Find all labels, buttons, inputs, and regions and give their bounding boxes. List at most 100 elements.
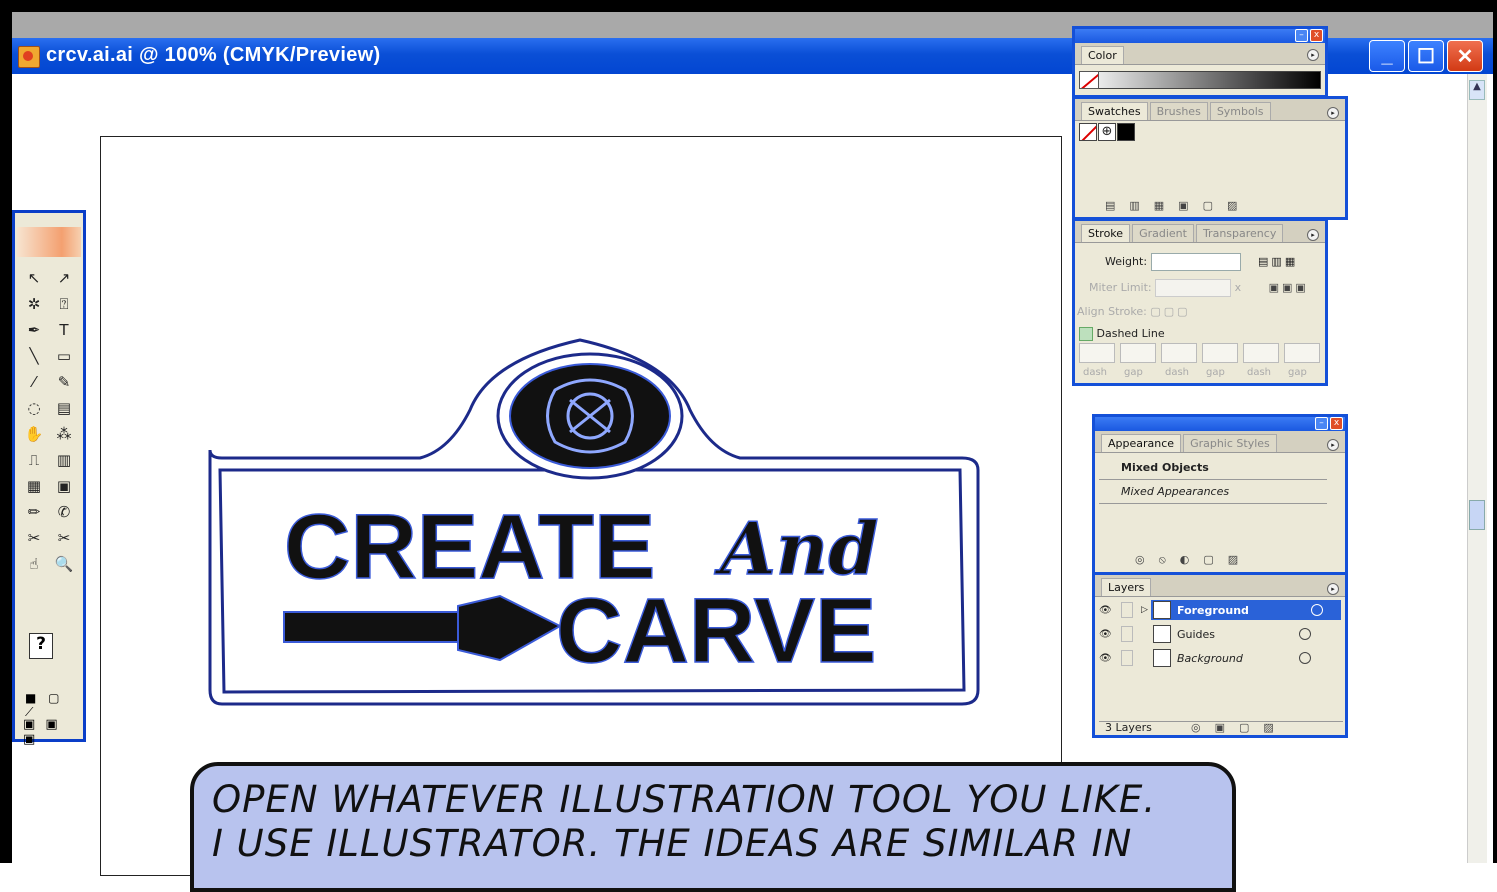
join-style-buttons[interactable]: ▣▣▣: [1269, 281, 1309, 294]
eyedropper-tool-icon[interactable]: ✏: [21, 499, 47, 525]
scroll-thumb[interactable]: [1469, 500, 1485, 530]
dash-gap-labels: dash gap dash gap dash gap: [1083, 367, 1329, 378]
dash-field-3[interactable]: [1243, 343, 1279, 363]
appearance-footer-icons[interactable]: ◎⦸◐▢▨: [1135, 553, 1252, 567]
vertical-scrollbar[interactable]: [1467, 74, 1487, 863]
tab-appearance[interactable]: Appearance: [1101, 434, 1182, 452]
layer-target-icon[interactable]: [1299, 628, 1311, 640]
swatch-registration-icon[interactable]: ⊕: [1098, 123, 1116, 141]
align-stroke-buttons[interactable]: ▢▢▢: [1150, 305, 1190, 318]
lock-toggle[interactable]: [1121, 650, 1133, 666]
panel-menu-icon[interactable]: ▸: [1327, 107, 1339, 119]
gradient-tool-icon[interactable]: ▣: [51, 473, 77, 499]
graph-tool-icon[interactable]: ▥: [51, 447, 77, 473]
eye-icon[interactable]: 👁: [1099, 629, 1115, 640]
none-color-icon[interactable]: [1079, 71, 1099, 89]
tab-swatches[interactable]: Swatches: [1081, 102, 1148, 120]
layers-footer-icons[interactable]: ◎▣▢▨: [1191, 721, 1288, 734]
lasso-tool-icon[interactable]: ⍰: [51, 291, 77, 317]
tab-color[interactable]: Color: [1081, 46, 1124, 64]
scissors-tool-icon[interactable]: ✂: [51, 525, 77, 551]
miter-input[interactable]: [1155, 279, 1232, 297]
layer-target-icon[interactable]: [1299, 652, 1311, 664]
expand-triangle-icon[interactable]: ▷: [1141, 605, 1151, 615]
warp-tool-icon[interactable]: ✋: [21, 421, 47, 447]
magic-wand-tool-icon[interactable]: ✲: [21, 291, 47, 317]
create-and-carve-artwork[interactable]: CREATE And CARVE: [200, 330, 1000, 720]
tab-layers[interactable]: Layers: [1101, 578, 1152, 596]
document-title: crcv.ai.ai @ 100% (CMYK/Preview): [46, 44, 381, 66]
weight-input[interactable]: [1150, 253, 1241, 271]
dash-field-1[interactable]: [1079, 343, 1115, 363]
selection-tool-icon[interactable]: ↖: [21, 265, 47, 291]
type-tool-icon[interactable]: T: [51, 317, 77, 343]
layer-row-background[interactable]: 👁 Background: [1099, 647, 1341, 669]
tab-graphic-styles[interactable]: Graphic Styles: [1183, 434, 1277, 452]
color-spectrum-bar[interactable]: [1079, 71, 1321, 89]
panel-menu-icon[interactable]: ▸: [1327, 439, 1339, 451]
rectangle-tool-icon[interactable]: ▭: [51, 343, 77, 369]
scroll-up-arrow-icon[interactable]: ▲: [1469, 80, 1485, 100]
eye-icon[interactable]: 👁: [1099, 605, 1115, 616]
eye-icon[interactable]: 👁: [1099, 653, 1115, 664]
zoom-tool-icon[interactable]: 🔍: [51, 551, 77, 577]
artwork-word-carve: CARVE: [556, 580, 876, 682]
screen-mode-buttons[interactable]: ▣ ▣ ▣: [23, 717, 83, 747]
free-transform-tool-icon[interactable]: ⁂: [51, 421, 77, 447]
caption-line-1: OPEN WHATEVER ILLUSTRATION TOOL YOU LIKE…: [212, 778, 1157, 821]
appearance-item-mixed-objects[interactable]: Mixed Objects: [1121, 461, 1209, 474]
color-mode-buttons[interactable]: ■ ▢ ⟋: [25, 691, 83, 720]
chisel-handle: [283, 611, 465, 643]
maximize-button[interactable]: ☐: [1408, 40, 1444, 72]
panel-close-icon[interactable]: x: [1310, 29, 1323, 42]
gap-field-3[interactable]: [1284, 343, 1320, 363]
lock-toggle[interactable]: [1121, 626, 1133, 642]
panel-menu-icon[interactable]: ▸: [1307, 49, 1319, 61]
tab-brushes[interactable]: Brushes: [1149, 102, 1208, 120]
panel-menu-icon[interactable]: ▸: [1307, 229, 1319, 241]
layer-target-icon[interactable]: [1311, 604, 1323, 616]
chisel-blade: [457, 594, 563, 662]
cap-style-buttons[interactable]: ▤▥▦: [1258, 255, 1298, 268]
layer-name: Background: [1177, 651, 1243, 665]
hand-tool-icon[interactable]: ☝: [21, 551, 47, 577]
pencil-tool-icon[interactable]: ✎: [51, 369, 77, 395]
lock-toggle[interactable]: [1121, 602, 1133, 618]
fill-stroke-help-icon[interactable]: ?: [29, 633, 53, 659]
scale-tool-icon[interactable]: ▤: [51, 395, 77, 421]
swatch-black[interactable]: [1117, 123, 1135, 141]
panel-minimize-icon[interactable]: –: [1315, 417, 1328, 430]
line-tool-icon[interactable]: ╲: [21, 343, 47, 369]
pen-tool-icon[interactable]: ✒: [21, 317, 47, 343]
tab-transparency[interactable]: Transparency: [1195, 224, 1284, 242]
appearance-item-mixed-appearances[interactable]: Mixed Appearances: [1121, 485, 1229, 498]
blend-tool-icon[interactable]: ✆: [51, 499, 77, 525]
gap-field-2[interactable]: [1202, 343, 1238, 363]
rotate-tool-icon[interactable]: ◌: [21, 395, 47, 421]
mesh-tool-icon[interactable]: ▦: [21, 473, 47, 499]
symbol-sprayer-tool-icon[interactable]: ⎍: [21, 447, 47, 473]
dash-field-2[interactable]: [1161, 343, 1197, 363]
dashed-line-checkbox[interactable]: [1079, 327, 1093, 341]
minimize-button[interactable]: _: [1369, 40, 1405, 72]
dashed-line-label: Dashed Line: [1096, 327, 1165, 340]
miter-unit: x: [1234, 281, 1242, 294]
tab-gradient[interactable]: Gradient: [1132, 224, 1194, 242]
gap-label: gap: [1124, 367, 1143, 378]
layer-row-foreground[interactable]: 👁 ▷ Foreground: [1099, 599, 1341, 621]
panel-close-icon[interactable]: x: [1330, 417, 1343, 430]
swatch-none[interactable]: [1079, 123, 1097, 141]
paintbrush-tool-icon[interactable]: ⁄: [21, 369, 47, 395]
direct-selection-tool-icon[interactable]: ↗: [51, 265, 77, 291]
layer-thumbnail: [1153, 649, 1171, 667]
tab-stroke[interactable]: Stroke: [1081, 224, 1131, 242]
panel-menu-icon[interactable]: ▸: [1327, 583, 1339, 595]
panel-minimize-icon[interactable]: –: [1295, 29, 1308, 42]
close-button[interactable]: ✕: [1447, 40, 1483, 72]
slice-tool-icon[interactable]: ✂: [21, 525, 47, 551]
gap-field-1[interactable]: [1120, 343, 1156, 363]
tab-symbols[interactable]: Symbols: [1209, 102, 1271, 120]
color-panel: – x Color ▸: [1072, 26, 1328, 98]
swatches-footer-icons[interactable]: ▤▥▦▣▢▨: [1105, 199, 1251, 212]
layer-row-guides[interactable]: 👁 Guides: [1099, 623, 1341, 645]
